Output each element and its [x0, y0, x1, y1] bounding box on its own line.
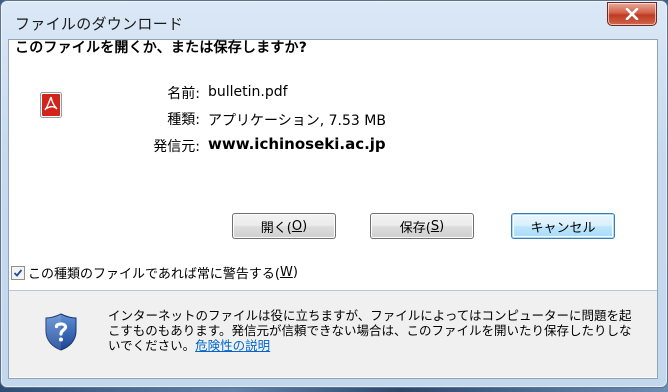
open-button-label: 開く(	[260, 220, 292, 236]
save-button-label: 保存(	[399, 220, 431, 236]
shield-question-icon	[45, 313, 77, 351]
pdf-icon	[40, 92, 62, 118]
cancel-button-label: キャンセル	[530, 220, 596, 236]
always-warn-option[interactable]: この種類のファイルであれば常に警告する(W)	[11, 263, 298, 282]
risk-explanation-link[interactable]: 危険性の説明	[195, 338, 270, 353]
file-name: bulletin.pdf	[208, 84, 288, 100]
always-warn-checkbox[interactable]	[11, 265, 25, 280]
always-warn-label: この種類のファイルであれば常に警告する(	[28, 267, 280, 282]
always-warn-accesskey: W	[279, 265, 293, 280]
save-button-paren: )	[439, 218, 445, 234]
checkmark-icon	[13, 268, 23, 277]
save-button[interactable]: 保存(S)	[370, 213, 474, 239]
window-title: ファイルのダウンロード	[15, 15, 184, 33]
open-button-paren: )	[302, 218, 308, 234]
title-bar[interactable]: ファイルのダウンロード	[1, 1, 667, 41]
open-button-accesskey: O	[291, 218, 303, 234]
name-label: 名前:	[167, 86, 200, 102]
from-label: 発信元:	[153, 139, 200, 155]
always-warn-paren: )	[292, 265, 298, 280]
security-warning-text: インターネットのファイルは役に立ちますが、ファイルによってはコンピューターに問題…	[108, 308, 638, 353]
open-button[interactable]: 開く(O)	[232, 213, 336, 239]
security-warning-message: インターネットのファイルは役に立ちますが、ファイルによってはコンピューターに問題…	[108, 308, 632, 353]
save-button-accesskey: S	[430, 218, 440, 234]
type-label: 種類:	[167, 112, 200, 128]
close-icon	[625, 8, 639, 20]
download-question: このファイルを開くか、または保存しますか?	[15, 40, 308, 56]
cancel-button[interactable]: キャンセル	[511, 213, 615, 239]
file-source: www.ichinoseki.ac.jp	[208, 135, 386, 153]
file-type: アプリケーション, 7.53 MB	[208, 113, 386, 129]
close-button[interactable]	[607, 2, 657, 26]
